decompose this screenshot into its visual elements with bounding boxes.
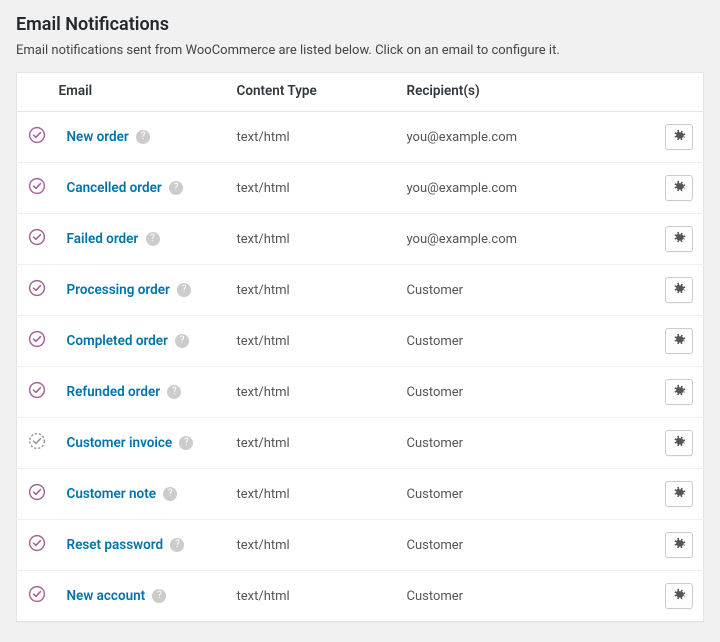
content-type-cell: text/html — [227, 469, 397, 520]
email-link[interactable]: Processing order — [67, 282, 170, 298]
help-icon[interactable]: ? — [146, 232, 160, 246]
gear-icon — [672, 282, 686, 299]
content-type-cell: text/html — [227, 520, 397, 571]
content-type-cell: text/html — [227, 367, 397, 418]
help-icon[interactable]: ? — [136, 130, 150, 144]
table-row: New account ? text/html Customer — [17, 571, 704, 622]
recipients-cell: you@example.com — [397, 112, 650, 163]
column-header-content-type: Content Type — [227, 73, 397, 112]
email-link[interactable]: Refunded order — [67, 384, 161, 400]
recipients-cell: you@example.com — [397, 214, 650, 265]
configure-button[interactable] — [665, 430, 693, 456]
gear-icon — [672, 384, 686, 401]
help-icon[interactable]: ? — [163, 487, 177, 501]
email-link[interactable]: Cancelled order — [67, 180, 162, 196]
content-type-cell: text/html — [227, 418, 397, 469]
table-row: Refunded order ? text/html Customer — [17, 367, 704, 418]
table-row: Customer note ? text/html Customer — [17, 469, 704, 520]
emails-table: Email Content Type Recipient(s) New orde… — [16, 72, 704, 622]
configure-button[interactable] — [665, 532, 693, 558]
gear-icon — [672, 180, 686, 197]
recipients-cell: Customer — [397, 571, 650, 622]
recipients-cell: Customer — [397, 265, 650, 316]
configure-button[interactable] — [665, 124, 693, 150]
email-link[interactable]: Failed order — [67, 231, 139, 247]
configure-button[interactable] — [665, 481, 693, 507]
status-enabled-icon — [28, 585, 46, 603]
status-enabled-icon — [28, 126, 46, 144]
content-type-cell: text/html — [227, 316, 397, 367]
column-header-email: Email — [57, 73, 227, 112]
table-row: Completed order ? text/html Customer — [17, 316, 704, 367]
table-row: Processing order ? text/html Customer — [17, 265, 704, 316]
help-icon[interactable]: ? — [179, 436, 193, 450]
page-title: Email Notifications — [16, 14, 704, 35]
content-type-cell: text/html — [227, 214, 397, 265]
help-icon[interactable]: ? — [167, 385, 181, 399]
column-header-recipients: Recipient(s) — [397, 73, 650, 112]
recipients-cell: Customer — [397, 520, 650, 571]
help-icon[interactable]: ? — [177, 283, 191, 297]
configure-button[interactable] — [665, 379, 693, 405]
table-row: Failed order ? text/html you@example.com — [17, 214, 704, 265]
email-link[interactable]: Customer invoice — [67, 435, 173, 451]
gear-icon — [672, 333, 686, 350]
content-type-cell: text/html — [227, 112, 397, 163]
gear-icon — [672, 537, 686, 554]
gear-icon — [672, 588, 686, 605]
status-enabled-icon — [28, 381, 46, 399]
configure-button[interactable] — [665, 226, 693, 252]
recipients-cell: Customer — [397, 367, 650, 418]
email-link[interactable]: Completed order — [67, 333, 168, 349]
configure-button[interactable] — [665, 583, 693, 609]
table-row: Cancelled order ? text/html you@example.… — [17, 163, 704, 214]
status-enabled-icon — [28, 228, 46, 246]
configure-button[interactable] — [665, 175, 693, 201]
recipients-cell: Customer — [397, 418, 650, 469]
content-type-cell: text/html — [227, 571, 397, 622]
help-icon[interactable]: ? — [175, 334, 189, 348]
content-type-cell: text/html — [227, 265, 397, 316]
status-enabled-icon — [28, 534, 46, 552]
recipients-cell: you@example.com — [397, 163, 650, 214]
email-link[interactable]: New order — [67, 129, 129, 145]
configure-button[interactable] — [665, 328, 693, 354]
column-header-status — [17, 73, 57, 112]
status-enabled-icon — [28, 279, 46, 297]
help-icon[interactable]: ? — [169, 181, 183, 195]
recipients-cell: Customer — [397, 316, 650, 367]
page-description: Email notifications sent from WooCommerc… — [16, 43, 704, 58]
status-manual-icon — [28, 432, 46, 450]
configure-button[interactable] — [665, 277, 693, 303]
table-row: New order ? text/html you@example.com — [17, 112, 704, 163]
column-header-settings — [650, 73, 704, 112]
gear-icon — [672, 129, 686, 146]
status-enabled-icon — [28, 177, 46, 195]
status-enabled-icon — [28, 483, 46, 501]
gear-icon — [672, 486, 686, 503]
status-enabled-icon — [28, 330, 46, 348]
recipients-cell: Customer — [397, 469, 650, 520]
email-link[interactable]: New account — [67, 588, 146, 604]
content-type-cell: text/html — [227, 163, 397, 214]
email-link[interactable]: Customer note — [67, 486, 157, 502]
gear-icon — [672, 231, 686, 248]
email-link[interactable]: Reset password — [67, 537, 164, 553]
table-row: Customer invoice ? text/html Customer — [17, 418, 704, 469]
gear-icon — [672, 435, 686, 452]
help-icon[interactable]: ? — [152, 589, 166, 603]
table-row: Reset password ? text/html Customer — [17, 520, 704, 571]
